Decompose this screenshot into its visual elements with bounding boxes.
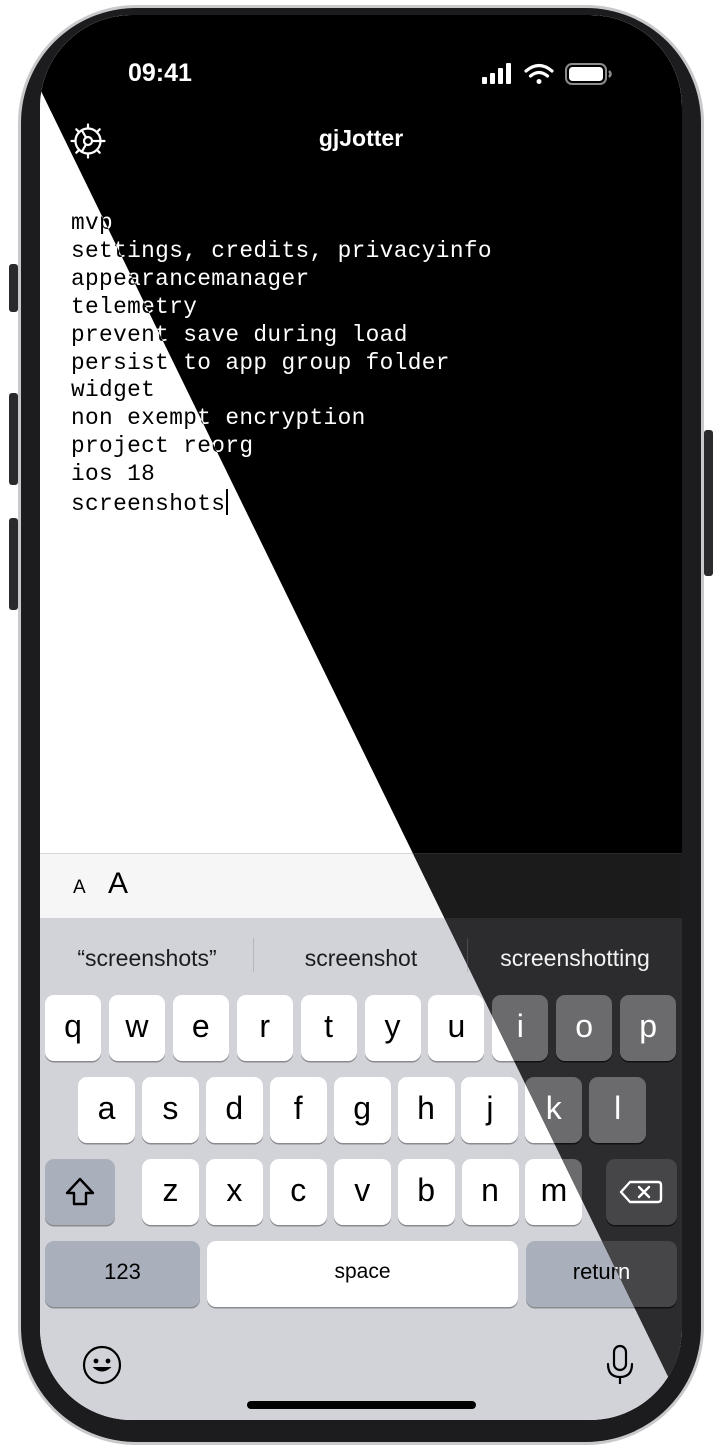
increase-font-button[interactable]: A (108, 867, 128, 901)
emoji-icon (82, 1345, 122, 1385)
numbers-key[interactable]: 123 (45, 1241, 200, 1307)
battery-icon (565, 63, 612, 85)
key-j[interactable]: j (461, 1077, 519, 1143)
key-n[interactable]: n (461, 1159, 519, 1225)
volume-up-button (9, 393, 18, 485)
status-time: 09:41 (128, 59, 192, 87)
suggestion-divider (253, 938, 254, 972)
key-f[interactable]: f (269, 1077, 327, 1143)
status-icons (482, 63, 612, 85)
key-o[interactable]: o (556, 995, 613, 1061)
key-v[interactable]: v (333, 1159, 391, 1225)
suggestion-item[interactable]: “screenshots” (40, 940, 254, 976)
delete-icon (619, 1180, 663, 1204)
space-key[interactable]: space (207, 1241, 518, 1307)
key-a[interactable]: a (78, 1077, 135, 1143)
key-h[interactable]: h (397, 1077, 455, 1143)
note-line: telemetry (71, 294, 661, 322)
note-line: mvp (71, 210, 661, 238)
suggestion-item[interactable]: screenshot (254, 940, 468, 976)
home-indicator (247, 1401, 476, 1409)
key-g[interactable]: g (333, 1077, 391, 1143)
shift-icon (65, 1177, 95, 1206)
key-q[interactable]: q (45, 995, 101, 1061)
shift-key[interactable] (45, 1159, 115, 1225)
key-b[interactable]: b (397, 1159, 455, 1225)
emoji-button[interactable] (80, 1343, 124, 1387)
key-l[interactable]: l (589, 1077, 647, 1143)
delete-key[interactable] (606, 1159, 677, 1225)
status-bar: 09:41 (40, 15, 682, 115)
key-d[interactable]: d (205, 1077, 263, 1143)
power-button (704, 430, 713, 576)
key-w[interactable]: w (108, 995, 165, 1061)
key-y[interactable]: y (364, 995, 421, 1061)
key-x[interactable]: x (205, 1159, 263, 1225)
key-t[interactable]: t (300, 995, 357, 1061)
decrease-font-button[interactable]: A (73, 877, 86, 899)
key-u[interactable]: u (428, 995, 485, 1061)
wifi-icon (524, 63, 554, 84)
note-line: appearancemanager (71, 265, 310, 292)
screen: 09:41 (40, 15, 682, 1420)
volume-down-button (9, 518, 18, 610)
cellular-signal-icon (482, 63, 511, 84)
app-title: gjJotter (318, 125, 404, 151)
suggestion-item[interactable]: screenshotting (468, 940, 682, 976)
key-s[interactable]: s (141, 1077, 199, 1143)
key-p[interactable]: p (620, 995, 677, 1061)
action-button (9, 264, 18, 312)
microphone-icon (606, 1344, 634, 1384)
key-c[interactable]: c (269, 1159, 327, 1225)
key-z[interactable]: z (142, 1159, 199, 1225)
dictation-button[interactable] (598, 1343, 642, 1387)
key-e[interactable]: e (172, 995, 229, 1061)
key-r[interactable]: r (236, 995, 293, 1061)
text-cursor (226, 489, 229, 516)
note-line: settings, credits, privacyinfo (71, 237, 492, 264)
